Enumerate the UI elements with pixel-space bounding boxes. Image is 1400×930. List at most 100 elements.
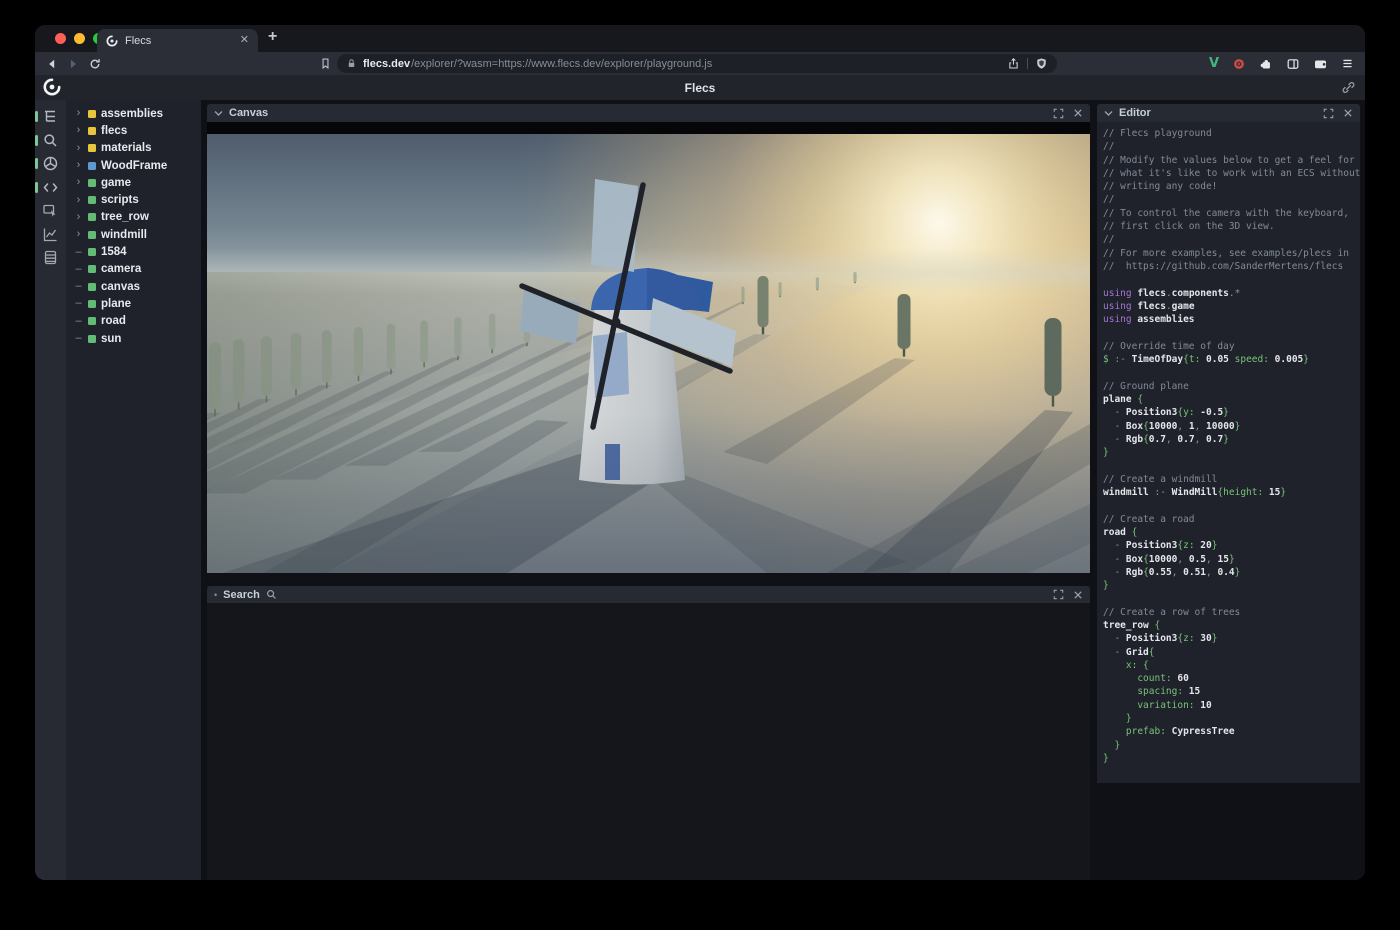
extensions-puzzle-icon[interactable] [1259, 57, 1273, 71]
minimize-window-button[interactable] [74, 33, 85, 44]
close-icon[interactable] [1073, 590, 1083, 600]
tree-item-1584[interactable]: –1584 [66, 243, 201, 260]
code-line: // Modify the values below to get a feel… [1103, 154, 1360, 167]
close-icon[interactable] [1073, 108, 1083, 118]
tab-close-icon[interactable]: ✕ [240, 35, 249, 46]
back-button[interactable] [43, 55, 60, 72]
side-panel-icon[interactable] [1286, 57, 1300, 71]
active-indicator [35, 158, 38, 169]
code-area[interactable]: // Flecs playground//// Modify the value… [1097, 122, 1360, 783]
code-line [1103, 326, 1360, 339]
expand-chevron-icon[interactable]: › [74, 108, 83, 119]
leaf-dash-icon: – [74, 281, 83, 292]
code-icon[interactable] [35, 176, 66, 200]
search-panel-header[interactable]: • Search [207, 586, 1090, 603]
bookmark-icon[interactable] [317, 55, 334, 72]
code-line: // https://github.com/SanderMertens/flec… [1103, 260, 1360, 273]
expand-chevron-icon[interactable]: › [74, 143, 83, 154]
shield-icon[interactable] [1035, 57, 1048, 70]
browser-toolbar: flecs.dev /explorer/?wasm=https://www.fl… [35, 52, 1365, 75]
url-bar[interactable]: flecs.dev /explorer/?wasm=https://www.fl… [337, 54, 1057, 73]
code-line: plane { [1103, 393, 1360, 406]
tree-item-WoodFrame[interactable]: ›WoodFrame [66, 157, 201, 174]
tree-item-materials[interactable]: ›materials [66, 140, 201, 157]
code-line [1103, 459, 1360, 472]
fullscreen-icon[interactable] [1053, 589, 1064, 600]
expand-chevron-icon[interactable]: › [74, 160, 83, 171]
stats-icon[interactable] [35, 223, 66, 247]
expand-chevron-icon[interactable]: › [74, 195, 83, 206]
entities-icon[interactable] [35, 246, 66, 270]
fullscreen-icon[interactable] [1053, 108, 1064, 119]
tree-item-game[interactable]: ›game [66, 174, 201, 191]
url-path: /explorer/?wasm=https://www.flecs.dev/ex… [411, 58, 1001, 70]
canvas-panel-header[interactable]: Canvas [207, 104, 1090, 122]
tree-item-camera[interactable]: –camera [66, 261, 201, 278]
new-tab-button[interactable]: + [268, 28, 277, 46]
extension-red-icon[interactable] [1232, 57, 1246, 71]
tree-item-sun[interactable]: –sun [66, 330, 201, 347]
code-line: spacing: 15 [1103, 685, 1360, 698]
forward-button[interactable] [64, 55, 81, 72]
code-line: } [1103, 446, 1360, 459]
editor-panel-header[interactable]: Editor [1097, 104, 1360, 122]
share-icon[interactable] [1007, 57, 1020, 70]
windmill-scene [207, 122, 1090, 573]
browser-tab[interactable]: Flecs ✕ [97, 29, 258, 52]
fullscreen-icon[interactable] [1323, 108, 1334, 119]
tree-icon[interactable] [35, 105, 66, 129]
code-line: } [1103, 739, 1360, 752]
search-icon[interactable] [35, 129, 66, 153]
tree-item-label: assemblies [101, 108, 163, 120]
entity-color-square [88, 196, 96, 204]
entity-color-square [88, 179, 96, 187]
code-line: // [1103, 140, 1360, 153]
reload-button[interactable] [86, 55, 103, 72]
main-area: Canvas [201, 100, 1365, 880]
code-line: - Grid{ [1103, 646, 1360, 659]
tree-item-label: windmill [101, 229, 147, 241]
code-line: // For more examples, see examples/plecs… [1103, 247, 1360, 260]
tree-item-tree_row[interactable]: ›tree_row [66, 209, 201, 226]
tree-item-flecs[interactable]: ›flecs [66, 122, 201, 139]
chevron-down-icon[interactable] [214, 109, 223, 117]
expand-chevron-icon[interactable]: › [74, 177, 83, 188]
tree-item-assemblies[interactable]: › assemblies [66, 105, 201, 122]
expand-chevron-icon[interactable]: › [74, 229, 83, 240]
inspect-icon[interactable] [35, 199, 66, 223]
code-line: - Box{10000, 1, 10000} [1103, 420, 1360, 433]
windmill-sail [591, 179, 638, 272]
browser-window: Flecs ✕ + flecs.dev /explorer/?wasm=http… [35, 25, 1365, 880]
vue-devtools-icon[interactable]: V [1209, 56, 1219, 71]
expand-chevron-icon[interactable]: › [74, 125, 83, 136]
editor-panel-title: Editor [1119, 107, 1151, 119]
menu-icon[interactable] [1341, 57, 1354, 70]
close-icon[interactable] [1343, 108, 1353, 118]
code-line: } [1103, 579, 1360, 592]
search-results-area[interactable] [207, 603, 1090, 880]
tree-item-canvas[interactable]: –canvas [66, 278, 201, 295]
flecs-favicon [106, 35, 118, 47]
tree-item-label: scripts [101, 194, 139, 206]
code-line: // Ground plane [1103, 380, 1360, 393]
code-line: - Rgb{0.55, 0.51, 0.4} [1103, 566, 1360, 579]
expand-chevron-icon[interactable]: › [74, 212, 83, 223]
wallet-icon[interactable] [1313, 57, 1328, 71]
entity-color-square [88, 300, 96, 308]
tree-item-windmill[interactable]: › windmill [66, 226, 201, 243]
tree-item-road[interactable]: –road [66, 313, 201, 330]
flecs-logo[interactable] [43, 78, 61, 96]
extension-icons: V [1209, 52, 1354, 75]
code-line: using flecs.components.* [1103, 287, 1360, 300]
scene-icon[interactable] [35, 152, 66, 176]
close-window-button[interactable] [55, 33, 66, 44]
chevron-down-icon[interactable] [1104, 109, 1113, 117]
canvas-panel-title: Canvas [229, 107, 268, 119]
link-icon[interactable] [1341, 80, 1356, 95]
tree-item-scripts[interactable]: › scripts [66, 191, 201, 208]
canvas-3d-view[interactable] [207, 122, 1090, 573]
code-line: // Override time of day [1103, 340, 1360, 353]
code-line [1103, 366, 1360, 379]
tree-item-plane[interactable]: –plane [66, 295, 201, 312]
code-line [1103, 592, 1360, 605]
